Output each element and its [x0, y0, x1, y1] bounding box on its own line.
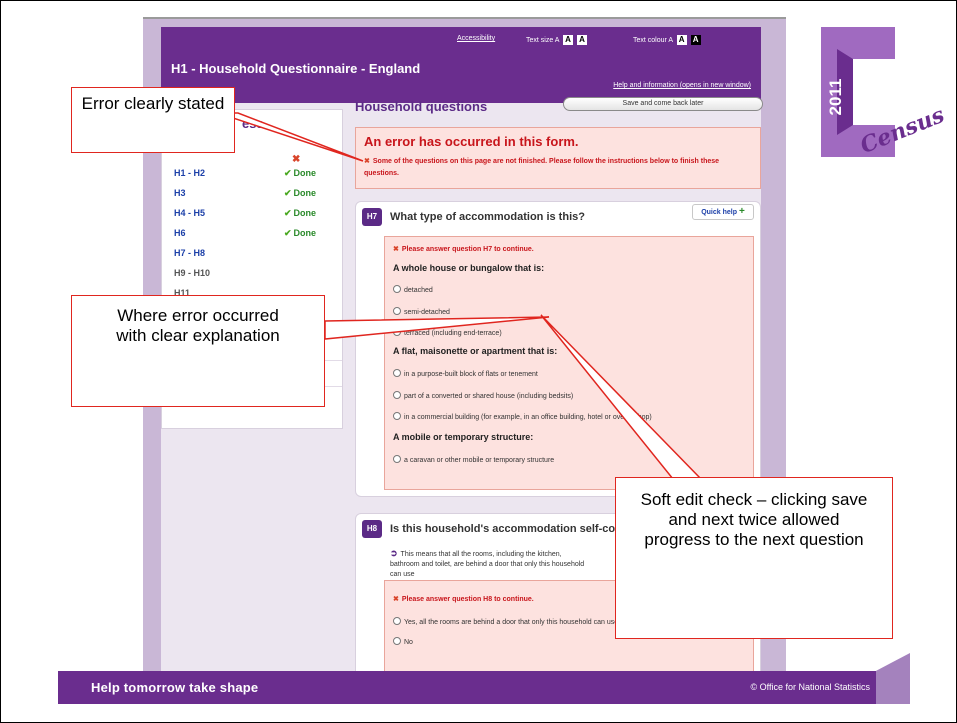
radio-icon[interactable]	[393, 637, 401, 645]
footer-tagline: Help tomorrow take shape	[91, 680, 259, 695]
text-size-large-button[interactable]: A	[577, 35, 587, 45]
tick-icon: ✔	[284, 208, 292, 218]
question-error: ✖ Please answer question H8 to continue.	[393, 596, 534, 603]
quick-help-button[interactable]: Quick help +	[692, 204, 754, 220]
text-size-a[interactable]: A	[555, 37, 559, 44]
banner-wedge	[876, 653, 910, 704]
error-x-icon: ✖	[364, 158, 370, 165]
text-colour-control: Text colour A A A	[633, 35, 701, 45]
option-no[interactable]: No	[393, 637, 413, 646]
question-number-badge: H7	[362, 208, 382, 226]
tick-icon: ✔	[284, 168, 292, 178]
done-status: ✔ Done	[284, 208, 317, 218]
radio-icon[interactable]	[393, 328, 401, 336]
option-group-heading: A flat, maisonette or apartment that is:	[393, 346, 558, 356]
error-x-icon: ✖	[393, 246, 399, 253]
save-and-come-back-button[interactable]: Save and come back later	[563, 97, 763, 111]
error-message: ✖ Some of the questions on this page are …	[364, 158, 720, 177]
help-link[interactable]: Help and information (opens in new windo…	[613, 82, 751, 89]
form-header: Accessibility Text size A A A Text colou…	[161, 27, 761, 103]
error-x-icon: ✖	[292, 154, 301, 165]
option-group-heading: A whole house or bungalow that is:	[393, 263, 545, 273]
callout-where-error: Where error occurred with clear explanat…	[71, 295, 325, 407]
question-error: ✖ Please answer question H7 to continue.	[393, 246, 534, 253]
radio-icon[interactable]	[393, 307, 401, 315]
option-semi-detached[interactable]: semi-detached	[393, 307, 450, 316]
radio-icon[interactable]	[393, 369, 401, 377]
error-x-icon: ✖	[393, 596, 399, 603]
radio-icon[interactable]	[393, 412, 401, 420]
option-detached[interactable]: detached	[393, 285, 433, 294]
colour-black-button[interactable]: A	[690, 35, 701, 45]
tick-icon: ✔	[284, 188, 292, 198]
text-size-label: Text size	[526, 37, 554, 44]
colour-white-button[interactable]: A	[676, 35, 687, 45]
footer-banner: Help tomorrow take shape © Office for Na…	[58, 671, 898, 704]
radio-icon[interactable]	[393, 617, 401, 625]
radio-icon[interactable]	[393, 455, 401, 463]
h7-answer-area: ✖ Please answer question H7 to continue. …	[384, 236, 754, 490]
radio-icon[interactable]	[393, 285, 401, 293]
option-caravan[interactable]: a caravan or other mobile or temporary s…	[393, 455, 554, 464]
question-text: What type of accommodation is this?	[390, 211, 585, 223]
option-converted-house[interactable]: part of a converted or shared house (inc…	[393, 391, 573, 400]
sidebar-item-h1-h2[interactable]: H1 - H2	[174, 168, 205, 178]
sidebar-title: ess	[242, 116, 264, 131]
option-yes[interactable]: Yes, all the rooms are behind a door tha…	[393, 617, 618, 626]
plus-icon: +	[738, 206, 745, 217]
question-note: ➲ This means that all the rooms, includin…	[390, 548, 585, 578]
done-status: ✔ Done	[284, 228, 317, 238]
sidebar-item-h4-h5[interactable]: H4 - H5	[174, 208, 205, 218]
callout-error-stated: Error clearly stated	[71, 87, 235, 153]
option-commercial-building[interactable]: in a commercial building (for example, i…	[393, 412, 652, 421]
sidebar-item-h3[interactable]: H3	[174, 188, 186, 198]
error-summary: An error has occurred in this form. ✖ Som…	[355, 127, 761, 189]
question-h7-card: H7 What type of accommodation is this? Q…	[355, 201, 761, 497]
census-logo: 2011 Census	[821, 27, 949, 159]
question-number-badge: H8	[362, 520, 382, 538]
option-terraced[interactable]: terraced (including end-terrace)	[393, 328, 502, 337]
footer-copyright: © Office for National Statistics	[750, 682, 870, 692]
page-title: H1 - Household Questionnaire - England	[171, 61, 421, 76]
info-arrow-icon: ➲	[390, 548, 398, 558]
section-title: Household questions	[355, 99, 488, 114]
sidebar-item-h6[interactable]: H6	[174, 228, 186, 238]
error-title: An error has occurred in this form.	[364, 134, 579, 149]
text-colour-label: Text colour	[633, 37, 667, 44]
done-status: ✔ Done	[284, 188, 317, 198]
accessibility-link[interactable]: Accessibility	[457, 35, 495, 42]
sidebar-item-h9-h10: H9 - H10	[174, 268, 211, 278]
done-status: ✔ Done	[284, 168, 317, 178]
text-size-medium-button[interactable]: A	[563, 35, 574, 45]
text-size-control: Text size A A A	[526, 35, 587, 45]
option-purpose-built[interactable]: in a purpose-built block of flats or ten…	[393, 369, 538, 378]
tick-icon: ✔	[284, 228, 292, 238]
logo-word: Census	[857, 102, 949, 159]
sidebar-item-h7-h8[interactable]: H7 - H8	[174, 248, 205, 258]
logo-year: 2011	[826, 79, 845, 116]
text-colour-a[interactable]: A	[668, 37, 672, 44]
slide: Accessibility Text size A A A Text colou…	[0, 0, 957, 723]
option-group-heading: A mobile or temporary structure:	[393, 432, 534, 442]
radio-icon[interactable]	[393, 391, 401, 399]
callout-soft-edit: Soft edit check – clicking save and next…	[615, 477, 893, 639]
